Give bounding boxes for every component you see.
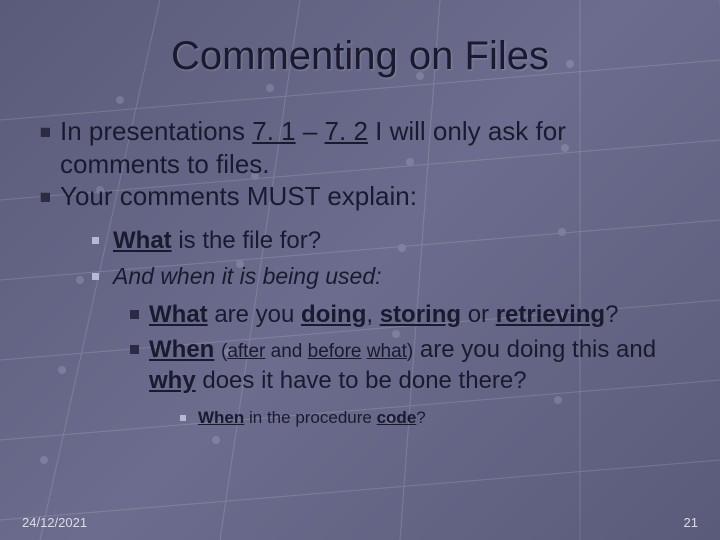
sub-sub-list: What are you doing, storing or retrievin… xyxy=(130,299,680,397)
footer-page-number: 21 xyxy=(684,515,698,530)
text: before xyxy=(308,341,362,362)
text: in the procedure xyxy=(244,408,376,427)
text: ? xyxy=(416,408,425,427)
slide: Commenting on Files In presentations 7. … xyxy=(0,0,720,540)
text: what xyxy=(367,341,407,362)
text: code xyxy=(377,408,417,427)
slide-title: Commenting on Files xyxy=(40,34,680,79)
text: When xyxy=(149,336,214,363)
slide-footer: 24/12/2021 21 xyxy=(22,515,698,530)
text: When xyxy=(198,408,244,427)
text: Your comments MUST explain: xyxy=(60,180,417,213)
bullet-item: When (after and before what) are you doi… xyxy=(130,334,680,396)
text: after xyxy=(227,341,265,362)
bullet-item: In presentations 7. 1 – 7. 2 I will only… xyxy=(40,115,680,180)
text: – xyxy=(296,116,325,146)
text: , xyxy=(366,301,379,328)
text: And when it is being used: xyxy=(113,259,382,294)
bullet-item: And when it is being used: xyxy=(92,259,680,294)
body-text: In presentations 7. 1 – 7. 2 I will only… xyxy=(40,115,680,213)
sub-list: What is the file for? And when it is bei… xyxy=(92,223,680,294)
bullet-item: Your comments MUST explain: xyxy=(40,180,680,213)
text: why xyxy=(149,367,196,394)
text: does it have to be done there? xyxy=(196,367,527,394)
text: or xyxy=(461,301,496,328)
text: and xyxy=(265,341,307,362)
bullet-item: What are you doing, storing or retrievin… xyxy=(130,299,680,330)
text: are you doing this and xyxy=(413,336,656,363)
text: storing xyxy=(380,301,461,328)
bullet-item: What is the file for? xyxy=(92,223,680,259)
text xyxy=(214,336,221,363)
small-square-bullet-icon xyxy=(180,415,186,421)
footer-date: 24/12/2021 xyxy=(22,515,87,530)
text: retrieving xyxy=(496,301,605,328)
text: What xyxy=(149,301,208,328)
text: In presentations xyxy=(60,116,252,146)
sub-sub-sub-list: When in the procedure code? xyxy=(180,407,680,429)
square-bullet-icon xyxy=(130,345,139,354)
link-text: 7. 2 xyxy=(325,116,368,146)
text: ? xyxy=(605,301,618,328)
square-bullet-icon xyxy=(130,310,139,319)
small-square-bullet-icon xyxy=(92,237,99,244)
text: is the file for? xyxy=(172,227,321,254)
bullet-item: When in the procedure code? xyxy=(180,407,680,429)
small-square-bullet-icon xyxy=(92,273,99,280)
text: are you xyxy=(208,301,301,328)
square-bullet-icon xyxy=(40,192,50,202)
text: doing xyxy=(301,301,366,328)
square-bullet-icon xyxy=(40,127,50,137)
text: What xyxy=(113,227,172,254)
link-text: 7. 1 xyxy=(252,116,295,146)
